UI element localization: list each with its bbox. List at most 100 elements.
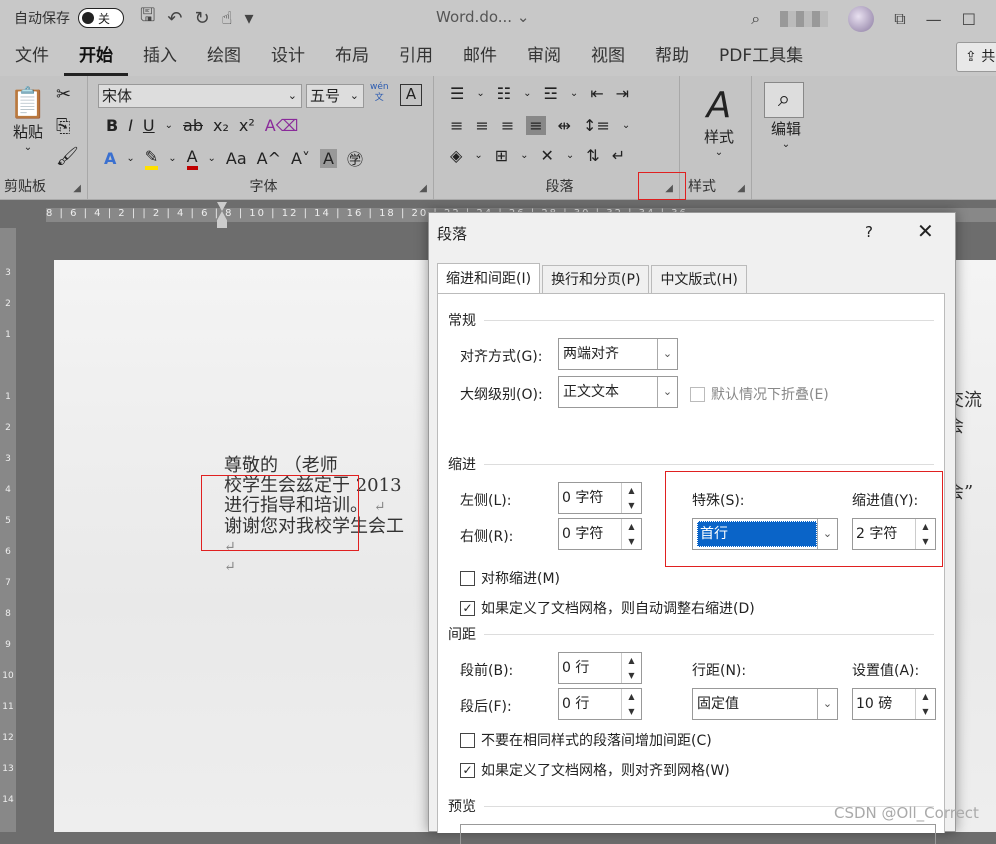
spacing-at-spinner[interactable]: 10 磅 ▲ ▼ (852, 688, 936, 720)
clear-formatting-icon[interactable]: A⌫ (265, 116, 299, 135)
tab-references[interactable]: 引用 (384, 36, 448, 76)
tab-mailings[interactable]: 邮件 (448, 36, 512, 76)
copy-icon[interactable]: ⎘ (56, 116, 70, 137)
bullets-icon[interactable]: ☰ (450, 84, 464, 103)
line-spacing-select[interactable]: 固定值 ⌄ (692, 688, 838, 720)
align-right-icon[interactable]: ≡ (501, 116, 514, 135)
phonetic-guide-icon[interactable]: wén 文 (370, 82, 389, 104)
left-indent-spinner[interactable]: 0 字符 ▲ ▼ (558, 482, 642, 514)
tab-draw[interactable]: 绘图 (192, 36, 256, 76)
strikethrough-icon[interactable]: ab (183, 116, 203, 135)
font-color-icon[interactable]: A (186, 147, 198, 170)
alignment-select[interactable]: 两端对齐 ⌄ (558, 338, 678, 370)
touch-mode-icon[interactable]: ☝ (222, 8, 233, 29)
enclose-characters-icon[interactable]: ㊫ (347, 146, 363, 170)
tab-design[interactable]: 设计 (256, 36, 320, 76)
spinner-arrows-icon[interactable]: ▲ ▼ (915, 689, 935, 719)
right-indent-spinner[interactable]: 0 字符 ▲ ▼ (558, 518, 642, 550)
tab-line-page-breaks[interactable]: 换行和分页(P) (542, 265, 650, 293)
spinner-arrows-icon[interactable]: ▲ ▼ (621, 689, 641, 719)
share-button[interactable]: ⇪ 共 (956, 42, 996, 72)
distributed-icon[interactable]: ⇹ (558, 116, 571, 135)
chevron-down-icon[interactable]: ⌄ (165, 120, 173, 131)
dialog-launcher-icon[interactable]: ◢ (737, 183, 745, 194)
asian-layout-icon[interactable]: ✕ (541, 146, 554, 165)
tab-indents-spacing[interactable]: 缩进和间距(I) (437, 263, 541, 293)
font-name-select[interactable]: 宋体 ⌄ (98, 84, 302, 108)
redo-icon[interactable]: ↻ (194, 8, 209, 29)
chevron-down-icon[interactable]: ⌄ (168, 153, 176, 164)
close-icon[interactable]: ✕ (917, 219, 934, 243)
chevron-down-icon[interactable]: ⌄ (566, 150, 574, 161)
decrease-indent-icon[interactable]: ⇤ (590, 84, 603, 103)
show-marks-icon[interactable]: ↵ (612, 146, 625, 165)
no-space-same-style-checkbox[interactable]: 不要在相同样式的段落间增加间距(C) (460, 730, 712, 750)
ribbon-display-icon[interactable]: ⧉ (894, 9, 905, 29)
shrink-font-icon[interactable]: A˅ (291, 149, 310, 168)
bold-icon[interactable]: B (106, 116, 118, 135)
tab-home[interactable]: 开始 (64, 36, 128, 76)
borders-icon[interactable]: ⊞ (495, 146, 508, 165)
tab-view[interactable]: 视图 (576, 36, 640, 76)
text-effects-icon[interactable]: A (104, 149, 116, 168)
autosave-toggle[interactable]: 关 (78, 8, 124, 28)
underline-icon[interactable]: U (143, 116, 155, 135)
spacing-before-spinner[interactable]: 0 行 ▲ ▼ (558, 652, 642, 684)
line-spacing-icon[interactable]: ↕≡ (583, 116, 610, 135)
change-case-icon[interactable]: Aa (226, 149, 247, 168)
highlight-color-icon[interactable]: ✎ (144, 147, 159, 170)
editing-button[interactable]: ⌕ 编辑 ⌄ (764, 82, 808, 150)
styles-button[interactable]: A 样式 ⌄ (696, 86, 742, 159)
avatar[interactable] (848, 6, 875, 32)
align-left-icon[interactable]: ≡ (450, 116, 463, 135)
chevron-down-icon[interactable]: ⌄ (523, 88, 531, 99)
character-border-icon[interactable]: A (400, 84, 422, 106)
search-icon[interactable]: ⌕ (751, 9, 760, 29)
dialog-launcher-icon[interactable]: ◢ (419, 183, 427, 194)
tab-layout[interactable]: 布局 (320, 36, 384, 76)
superscript-icon[interactable]: x² (239, 116, 255, 135)
subscript-icon[interactable]: x₂ (213, 116, 229, 135)
spinner-arrows-icon[interactable]: ▲ ▼ (621, 653, 641, 683)
justify-icon[interactable]: ≡ (526, 116, 546, 135)
spinner-arrows-icon[interactable]: ▲ ▼ (621, 519, 641, 549)
increase-indent-icon[interactable]: ⇥ (616, 84, 629, 103)
mirror-indents-checkbox[interactable]: 对称缩进(M) (460, 568, 560, 588)
font-size-select[interactable]: 五号 ⌄ (306, 84, 364, 108)
outline-level-select[interactable]: 正文文本 ⌄ (558, 376, 678, 408)
tab-insert[interactable]: 插入 (128, 36, 192, 76)
minimize-icon[interactable]: — (926, 10, 942, 29)
tab-help[interactable]: 帮助 (640, 36, 704, 76)
dialog-launcher-icon[interactable]: ◢ (73, 183, 81, 194)
multilevel-list-icon[interactable]: ☲ (543, 84, 557, 103)
customize-qat-icon[interactable]: ▾ (245, 8, 254, 29)
tab-file[interactable]: 文件 (0, 36, 64, 76)
shading-icon[interactable]: ◈ (450, 146, 462, 165)
document-title[interactable]: Word.do... ⌄ (436, 8, 529, 26)
chevron-down-icon[interactable]: ⌄ (520, 150, 528, 161)
cut-icon[interactable]: ✂ (56, 84, 71, 105)
tab-review[interactable]: 审阅 (512, 36, 576, 76)
grow-font-icon[interactable]: A^ (257, 149, 281, 168)
tab-asian-typography[interactable]: 中文版式(H) (651, 265, 747, 293)
chevron-down-icon[interactable]: ⌄ (126, 153, 134, 164)
maximize-icon[interactable]: ☐ (962, 10, 976, 29)
chevron-down-icon[interactable]: ⌄ (474, 150, 482, 161)
sort-icon[interactable]: ⇅ (586, 146, 599, 165)
format-painter-icon[interactable]: 🖌 (56, 146, 79, 167)
collapse-checkbox[interactable]: 默认情况下折叠(E) (690, 384, 829, 404)
chevron-down-icon[interactable]: ⌄ (570, 88, 578, 99)
numbering-icon[interactable]: ☷ (497, 84, 511, 103)
align-center-icon[interactable]: ≡ (475, 116, 488, 135)
character-shading-icon[interactable]: A (319, 148, 337, 168)
undo-icon[interactable]: ↶ (167, 8, 182, 29)
italic-icon[interactable]: I (128, 116, 133, 135)
chevron-down-icon[interactable]: ⌄ (476, 88, 484, 99)
tab-pdf-tools[interactable]: PDF工具集 (704, 36, 818, 76)
vertical-ruler[interactable]: 3 2 1 1 2 3 4 5 6 7 8 9 10 11 12 13 14 (0, 228, 16, 832)
spinner-arrows-icon[interactable]: ▲ ▼ (621, 483, 641, 513)
help-icon[interactable]: ? (865, 223, 873, 241)
save-icon[interactable]: 🖫 (140, 3, 155, 33)
paste-button[interactable]: 📋 粘贴 ⌄ (8, 86, 48, 153)
auto-adjust-checkbox[interactable]: ✓ 如果定义了文档网格，则自动调整右缩进(D) (460, 598, 755, 618)
